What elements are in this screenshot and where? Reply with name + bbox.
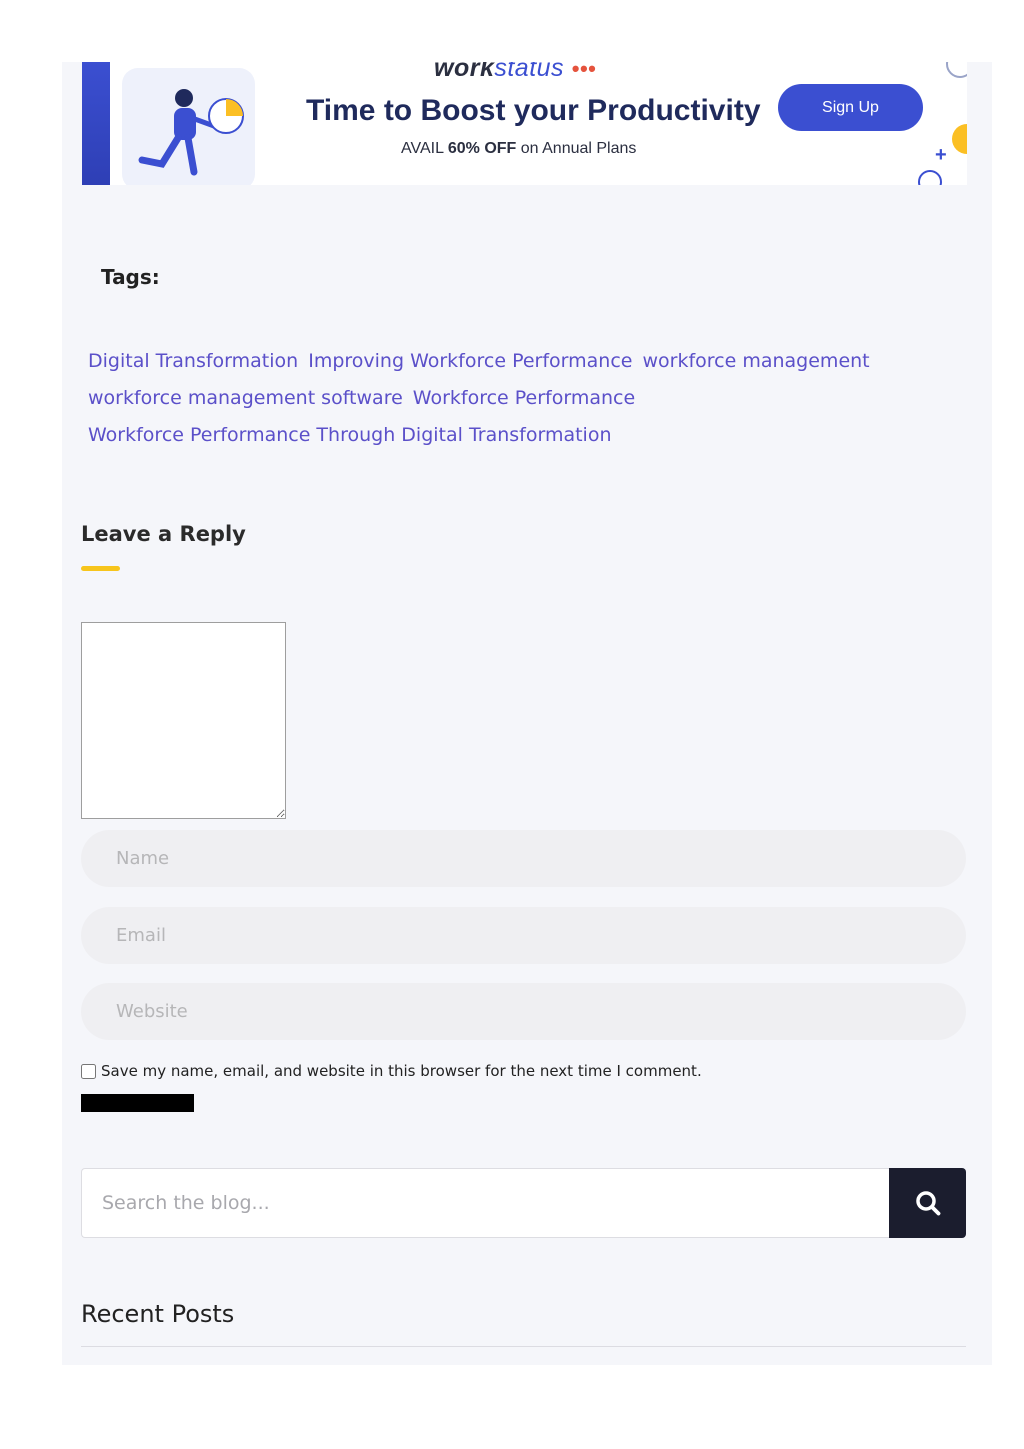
decor-circle	[946, 62, 967, 78]
divider	[81, 1346, 966, 1347]
recent-posts-heading: Recent Posts	[81, 1300, 235, 1328]
blog-search	[81, 1168, 966, 1238]
runner-illustration	[122, 68, 255, 185]
save-info-label: Save my name, email, and website in this…	[101, 1062, 702, 1080]
tag-link[interactable]: workforce management	[642, 350, 869, 372]
search-input[interactable]	[81, 1168, 889, 1238]
tag-link[interactable]: Workforce Performance Through Digital Tr…	[88, 424, 612, 446]
tag-row: Workforce Performance Through Digital Tr…	[88, 422, 622, 447]
comment-textarea[interactable]	[81, 622, 286, 819]
website-field[interactable]	[81, 983, 966, 1040]
banner-stripe	[82, 62, 110, 185]
signup-button[interactable]: Sign Up	[778, 84, 923, 131]
tag-link[interactable]: Digital Transformation	[88, 350, 298, 372]
decor-circle	[918, 170, 942, 185]
email-field[interactable]	[81, 907, 966, 964]
banner-headline: Time to Boost your Productivity	[306, 94, 761, 127]
save-info-option[interactable]: Save my name, email, and website in this…	[81, 1062, 702, 1080]
tag-row: workforce management software Workforce P…	[88, 385, 645, 410]
tag-row: Digital Transformation Improving Workforc…	[88, 348, 880, 373]
search-button[interactable]	[889, 1168, 966, 1238]
tag-link[interactable]: workforce management software	[88, 387, 403, 409]
workstatus-logo: workstatus •••	[434, 62, 597, 82]
heading-underline	[81, 566, 120, 571]
leave-reply-heading: Leave a Reply	[81, 522, 246, 546]
name-field[interactable]	[81, 830, 966, 887]
promo-banner[interactable]: workstatus ••• Time to Boost your Produc…	[82, 62, 967, 185]
search-icon	[915, 1191, 940, 1216]
post-comment-button[interactable]	[81, 1094, 194, 1112]
decor-yellow-dot	[952, 124, 967, 154]
tag-link[interactable]: Improving Workforce Performance	[308, 350, 632, 372]
tags-label: Tags:	[101, 265, 160, 289]
save-info-checkbox[interactable]	[81, 1063, 96, 1079]
tag-link[interactable]: Workforce Performance	[413, 387, 635, 409]
banner-subline: AVAIL 60% OFF on Annual Plans	[401, 140, 637, 157]
decor-plus-icon: +	[935, 144, 947, 166]
